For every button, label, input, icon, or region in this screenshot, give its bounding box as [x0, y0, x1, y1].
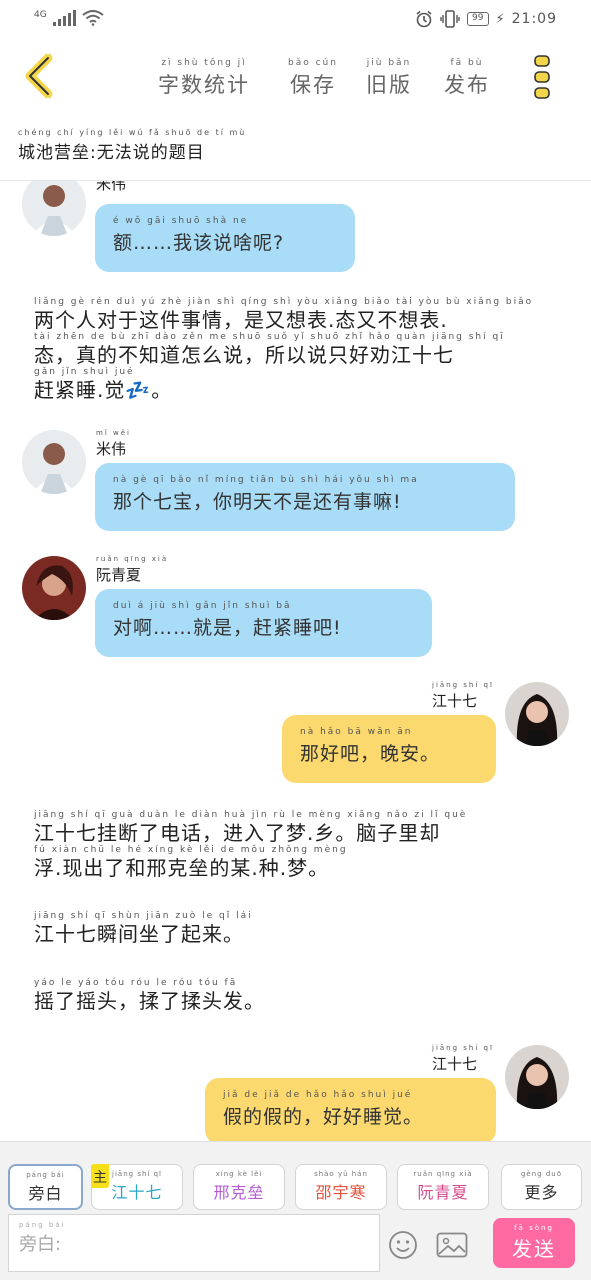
word-count-button[interactable]: zì shù tǒng jì 字数统计 [158, 58, 250, 99]
top-bar: zì shù tǒng jì 字数统计 bǎo cún 保存 jiù bǎn 旧… [0, 40, 591, 120]
speaker-name: jiāng shí qī 江十七 [432, 1044, 494, 1073]
narration-text[interactable]: liǎng gè rén duì yú zhè jiàn shì qíng sh… [34, 297, 564, 402]
narration-text[interactable]: jiāng shí qī guà duàn le diàn huà jìn rù… [34, 810, 564, 880]
vibrate-icon [440, 10, 460, 28]
save-button[interactable]: bǎo cún 保存 [288, 58, 338, 99]
character-chip-narrator[interactable]: páng bái 旁白 [8, 1164, 83, 1210]
message-bubble[interactable]: é wǒ gāi shuō shà ne 额……我该说啥呢? [95, 204, 355, 272]
message-bubble[interactable]: duì á jiù shì gǎn jǐn shuì bā 对啊……就是，赶紧睡… [95, 589, 432, 657]
speaker-name: 米伟 [96, 181, 127, 193]
publish-button[interactable]: fā bù 发布 [444, 58, 490, 99]
narration-text[interactable]: yáo le yáo tóu róu le róu tóu fā 摇了摇头，揉了… [34, 978, 564, 1013]
character-chip-shaoyuhan[interactable]: shào yǔ hán 邵宇寒 [295, 1164, 387, 1210]
composer-panel: páng bái 旁白 主 jiāng shí qī 江十七 xíng kè l… [0, 1141, 591, 1280]
speaker-name: mǐ wěi 米伟 [96, 429, 131, 458]
wifi-icon [82, 10, 104, 26]
message-bubble[interactable]: nà hǎo bā wǎn ān 那好吧，晚安。 [282, 715, 496, 783]
avatar-miwei[interactable] [22, 430, 86, 494]
avatar-jiangshiqi[interactable] [505, 682, 569, 746]
charging-icon: ⚡ [495, 11, 505, 27]
battery-indicator: 99 [467, 12, 489, 26]
message-bubble[interactable]: nà gè qī bǎo nǐ míng tiān bù shì hái yǒu… [95, 463, 515, 531]
story-title-block[interactable]: chéng chí yíng lěi wú fǎ shuō de tí mù 城… [18, 128, 246, 163]
emoji-icon[interactable] [388, 1230, 418, 1260]
avatar-image [22, 430, 86, 494]
old-version-button[interactable]: jiù bǎn 旧版 [366, 58, 412, 99]
status-bar: 4G 99 ⚡ 21:09 [0, 0, 591, 40]
signal-icon [52, 10, 76, 26]
more-menu-icon[interactable] [530, 54, 554, 100]
alarm-icon [416, 10, 432, 28]
message-input[interactable]: páng bái 旁白: [8, 1214, 380, 1272]
chat-area[interactable]: 米伟 é wǒ gāi shuō shà ne 额……我该说啥呢? liǎng … [0, 181, 591, 1141]
image-icon[interactable] [436, 1232, 468, 1258]
speaker-name: jiāng shí qī 江十七 [432, 681, 494, 710]
avatar-image [505, 682, 569, 746]
character-chip-jiangshiqi[interactable]: 主 jiāng shí qī 江十七 [91, 1164, 183, 1210]
host-badge: 主 [91, 1164, 109, 1188]
speaker-name: ruǎn qīng xià 阮青夏 [96, 555, 169, 584]
avatar-image [505, 1045, 569, 1109]
network-type: 4G [34, 10, 47, 20]
avatar-image [22, 181, 86, 236]
back-icon[interactable] [20, 54, 60, 98]
message-bubble[interactable]: jiǎ de jiǎ de hǎo hǎo shuì jué 假的假的，好好睡觉… [205, 1078, 496, 1141]
narration-text[interactable]: jiāng shí qī shùn jiān zuò le qǐ lái 江十七… [34, 911, 564, 946]
avatar-image [22, 556, 86, 620]
story-title: 城池营垒:无法说的题目 [18, 143, 205, 163]
character-chip-ruanqingxia[interactable]: ruǎn qīng xià 阮青夏 [397, 1164, 489, 1210]
avatar-miwei[interactable] [22, 181, 86, 236]
character-chip-xingkelei[interactable]: xíng kè lěi 邢克垒 [193, 1164, 285, 1210]
send-button[interactable]: fā sòng 发送 [493, 1218, 575, 1268]
clock: 21:09 [511, 11, 557, 27]
more-characters-button[interactable]: gèng duō 更多 [501, 1164, 582, 1210]
avatar-jiangshiqi[interactable] [505, 1045, 569, 1109]
avatar-ruanqingxia[interactable] [22, 556, 86, 620]
